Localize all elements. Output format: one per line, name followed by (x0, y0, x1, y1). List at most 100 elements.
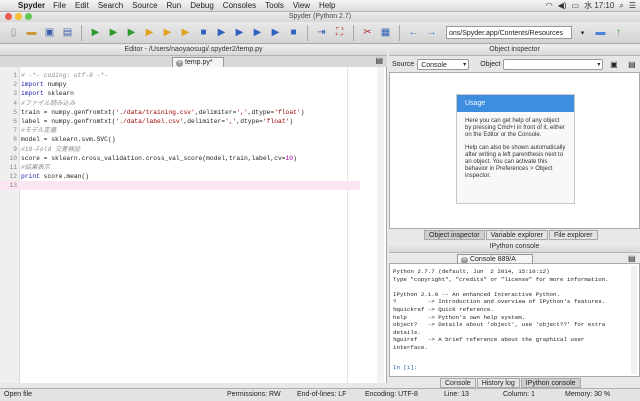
python-path-icon[interactable]: ▦ (378, 25, 393, 40)
debug-stop-icon[interactable]: ■ (286, 25, 301, 40)
menu-search[interactable]: Search (98, 1, 123, 10)
code-line[interactable]: 10 score = sklearn.cross_validation.cross… (0, 154, 387, 163)
run-icon[interactable]: ▶ (88, 25, 103, 40)
tab-history-log[interactable]: History log (476, 378, 520, 388)
spotlight-icon[interactable]: ⌕ (619, 1, 623, 11)
open-file-icon[interactable]: ▬ (24, 25, 39, 40)
run-cell-icon[interactable]: ▶ (142, 25, 157, 40)
save-all-icon[interactable]: ▤ (60, 25, 75, 40)
code-token: ,dtype= (247, 108, 275, 116)
new-file-icon[interactable]: ▯ (6, 25, 21, 40)
code-line[interactable]: 3 import sklearn (0, 89, 387, 98)
menu-app-name[interactable]: Spyder (18, 1, 45, 10)
menu-run[interactable]: Run (167, 1, 182, 10)
usage-box: Usage Here you can get help of any objec… (456, 94, 575, 204)
code-token: import (21, 81, 44, 89)
preferences-icon[interactable]: ✂ (360, 25, 375, 40)
code-text: model = sklearn.svm.SVC() (21, 135, 115, 144)
battery-icon[interactable]: ▭ (572, 1, 580, 10)
code-token: #ファイル読み込み (21, 99, 76, 107)
run-selection-icon[interactable]: ▶ (178, 25, 193, 40)
code-token: ,delimiter= (183, 117, 226, 125)
parent-directory-icon[interactable]: ↑ (611, 25, 626, 40)
ipython-console[interactable]: Python 2.7.7 (default, Jun 2 2014, 15:10… (389, 263, 640, 377)
upper-pane-tabs: Object inspector Variable explorer File … (424, 230, 599, 240)
run-settings-icon[interactable]: ▶ (106, 25, 121, 40)
debug-icon[interactable]: ■ (196, 25, 211, 40)
code-content[interactable]: 1 # -*- coding: utf-8 -*- 2 import numpy 3 im… (0, 71, 387, 191)
debug-continue-icon[interactable]: ▶ (268, 25, 283, 40)
object-input[interactable]: ▾ (503, 58, 604, 70)
forward-icon[interactable]: → (424, 25, 439, 40)
menu-consoles[interactable]: Consoles (223, 1, 256, 10)
menu-file[interactable]: File (53, 1, 66, 10)
code-token: ,delimiter= (194, 108, 237, 116)
lock-icon[interactable]: ▣ (606, 57, 621, 72)
browse-folder-icon[interactable]: ▬ (593, 25, 608, 40)
minimize-window-icon[interactable] (15, 13, 22, 20)
code-line[interactable]: 13 (0, 181, 360, 191)
console-tab[interactable]: × Console 889/A (457, 254, 533, 264)
tab-object-inspector[interactable]: Object inspector (424, 230, 485, 240)
code-line[interactable]: 5 train = numpy.genfromtxt('./data/traini… (0, 108, 387, 117)
fullscreen-icon[interactable]: ⛶ (332, 25, 347, 40)
chevron-down-icon: ▾ (597, 61, 601, 68)
menu-debug[interactable]: Debug (190, 1, 214, 10)
volume-icon[interactable]: ◀) (558, 1, 567, 10)
debug-step-into-icon[interactable]: ▶ (232, 25, 247, 40)
tab-console[interactable]: Console (440, 378, 476, 388)
main-toolbar: ▯ ▬ ▣ ▤ ▶ ▶ ▶ ▶ ▶ ▶ ■ ▶ ▶ ▶ ▶ ■ ⇥ ⛶ ✂ ▦ … (0, 22, 640, 44)
wifi-icon[interactable]: ◠ (546, 1, 553, 10)
close-tab-icon[interactable]: × (176, 60, 183, 67)
menu-view[interactable]: View (293, 1, 310, 10)
menu-help[interactable]: Help (319, 1, 335, 10)
back-icon[interactable]: ← (406, 25, 421, 40)
tab-ipython-console[interactable]: IPython console (520, 378, 581, 388)
code-token: #モデル定義 (21, 127, 57, 135)
menu-edit[interactable]: Edit (75, 1, 89, 10)
console-prompt[interactable]: In [1]: (393, 364, 417, 371)
clock[interactable]: 水 17:10 (584, 0, 614, 11)
code-line[interactable]: 9 #10-Fold 交差検証 (0, 145, 387, 154)
close-window-icon[interactable] (5, 13, 12, 20)
menu-source[interactable]: Source (132, 1, 157, 10)
code-line[interactable]: 1 # -*- coding: utf-8 -*- (0, 71, 387, 80)
editor-scrollbar[interactable] (377, 67, 384, 383)
menu-tools[interactable]: Tools (265, 1, 284, 10)
status-memory: Memory: 30 % (565, 391, 611, 398)
code-line[interactable]: 6 label = numpy.genfromtxt('./data/label.… (0, 117, 387, 126)
code-text: #ファイル読み込み (21, 99, 75, 108)
line-number: 8 (13, 136, 17, 144)
tab-file-explorer[interactable]: File explorer (549, 230, 598, 240)
maximize-pane-icon[interactable]: ⇥ (314, 25, 329, 40)
debug-return-icon[interactable]: ▶ (250, 25, 265, 40)
code-editor[interactable]: 1 # -*- coding: utf-8 -*- 2 import numpy 3 im… (0, 67, 387, 383)
tab-variable-explorer[interactable]: Variable explorer (485, 230, 548, 240)
run-cell-advance-icon[interactable]: ▶ (160, 25, 175, 40)
source-select[interactable]: Console ▾ (417, 58, 470, 70)
working-directory-field[interactable]: ons/Spyder.app/Contents/Resources (446, 26, 572, 39)
code-token: 'float' (274, 108, 301, 116)
save-icon[interactable]: ▣ (42, 25, 57, 40)
debug-step-icon[interactable]: ▶ (214, 25, 229, 40)
rerun-icon[interactable]: ▶ (124, 25, 139, 40)
zoom-window-icon[interactable] (25, 13, 32, 20)
chevron-down-icon[interactable]: ▾ (575, 25, 590, 40)
editor-pane-header: Editor - /Users/naoyaosugi/.spyder2/temp… (0, 45, 387, 56)
tab-list-icon[interactable]: ▤ (375, 56, 383, 65)
console-options-icon[interactable]: ▤ (628, 254, 636, 263)
code-line[interactable]: 11 #結果表示 (0, 163, 387, 172)
code-line[interactable]: 4 #ファイル読み込み (0, 99, 387, 108)
code-line[interactable]: 2 import numpy (0, 80, 387, 89)
code-text: print score.mean() (21, 172, 89, 181)
console-scrollbar[interactable] (631, 266, 637, 374)
window-titlebar: Spyder (Python 2.7) (0, 12, 640, 22)
editor-file-tab[interactable]: × temp.py* (172, 57, 224, 67)
options-icon[interactable]: ▤ (624, 57, 639, 72)
code-line[interactable]: 8 model = sklearn.svm.SVC() (0, 135, 387, 144)
notification-icon[interactable]: ☰ (629, 1, 636, 10)
code-text: import sklearn (21, 89, 74, 98)
toolbar-divider (399, 24, 400, 41)
code-line[interactable]: 12 print score.mean() (0, 172, 387, 181)
code-line[interactable]: 7 #モデル定義 (0, 126, 387, 135)
